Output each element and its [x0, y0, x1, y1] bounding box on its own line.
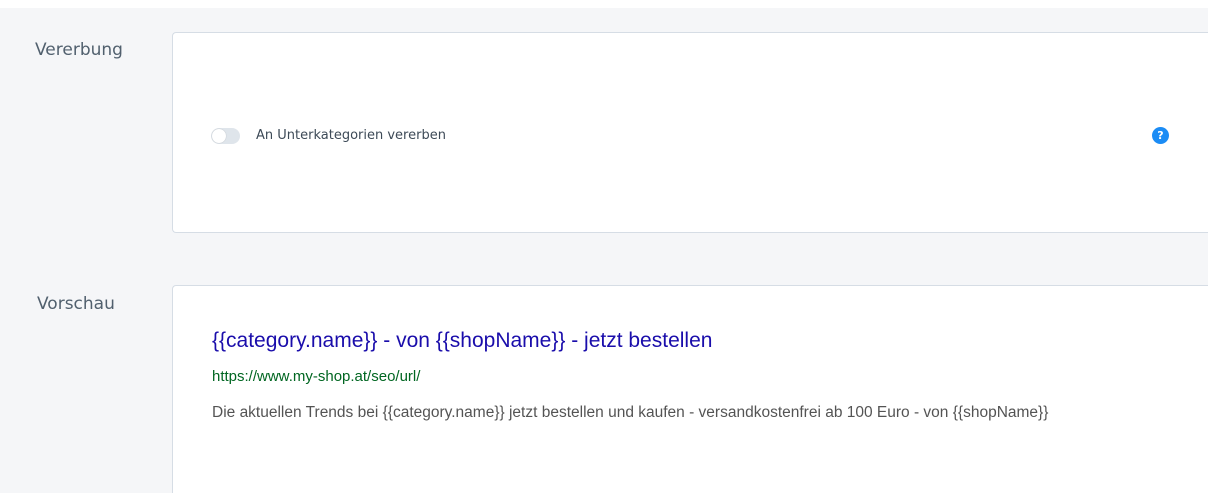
- serp-preview-description: Die aktuellen Trends bei {{category.name…: [212, 404, 1049, 421]
- preview-section-label: Vorschau: [37, 294, 115, 314]
- inherit-to-subcategories-toggle[interactable]: [211, 128, 240, 144]
- toggle-knob: [212, 129, 226, 143]
- serp-preview-title: {{category.name}} - von {{shopName}} - j…: [212, 329, 713, 352]
- inherit-to-subcategories-label: An Unterkategorien vererben: [256, 128, 446, 143]
- preview-card: [172, 285, 1208, 493]
- serp-preview-url: https://www.my-shop.at/seo/url/: [212, 368, 421, 385]
- question-circle-icon[interactable]: ?: [1152, 127, 1169, 144]
- inheritance-section-label: Vererbung: [35, 40, 123, 60]
